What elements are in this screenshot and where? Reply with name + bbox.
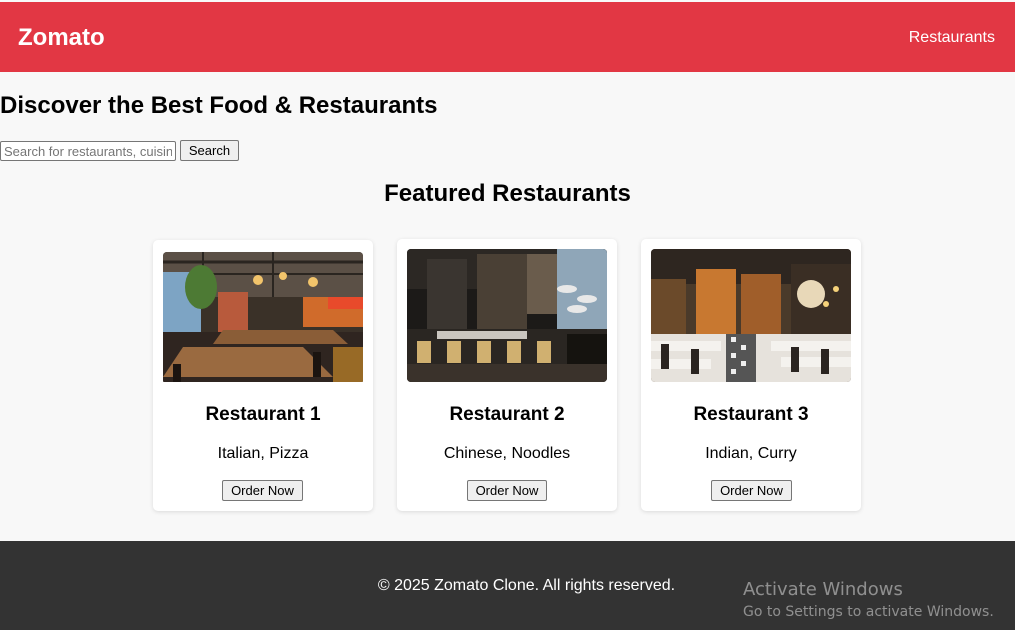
restaurant-name: Restaurant 1 [205, 404, 321, 425]
restaurant-cuisine: Chinese, Noodles [443, 445, 571, 462]
search-input[interactable] [0, 141, 176, 161]
restaurant-image [651, 249, 851, 382]
restaurant-name: Restaurant 2 [449, 404, 565, 425]
restaurant-name: Restaurant 3 [693, 404, 809, 425]
restaurant-cuisine: Indian, Curry [705, 445, 797, 462]
page: Zomato Restaurants Discover the Best Foo… [0, 0, 1015, 630]
search-button[interactable]: Search [180, 140, 239, 161]
nav-link-restaurants[interactable]: Restaurants [909, 28, 995, 48]
order-now-button[interactable]: Order Now [467, 480, 547, 501]
watermark-title: Activate Windows [743, 579, 903, 600]
watermark-subtitle: Go to Settings to activate Windows. [743, 604, 994, 620]
restaurant-card: Restaurant 3 Indian, Curry Order Now [641, 239, 861, 511]
top-navbar: Zomato Restaurants [0, 2, 1015, 72]
window-edge [1015, 0, 1019, 630]
restaurant-image [407, 249, 607, 382]
restaurant-card: Restaurant 1 Italian, Pizza Order Now [153, 240, 373, 511]
featured-section-title: Featured Restaurants [384, 180, 631, 207]
hero-title: Discover the Best Food & Restaurants [0, 92, 438, 119]
restaurant-image [163, 252, 363, 384]
order-now-button[interactable]: Order Now [222, 480, 303, 501]
restaurant-cuisine: Italian, Pizza [217, 445, 309, 462]
activate-windows-watermark: Activate Windows Go to Settings to activ… [743, 579, 994, 621]
brand-logo[interactable]: Zomato [18, 23, 105, 53]
order-now-button[interactable]: Order Now [711, 480, 792, 501]
restaurant-card: Restaurant 2 Chinese, Noodles Order Now [397, 239, 617, 511]
